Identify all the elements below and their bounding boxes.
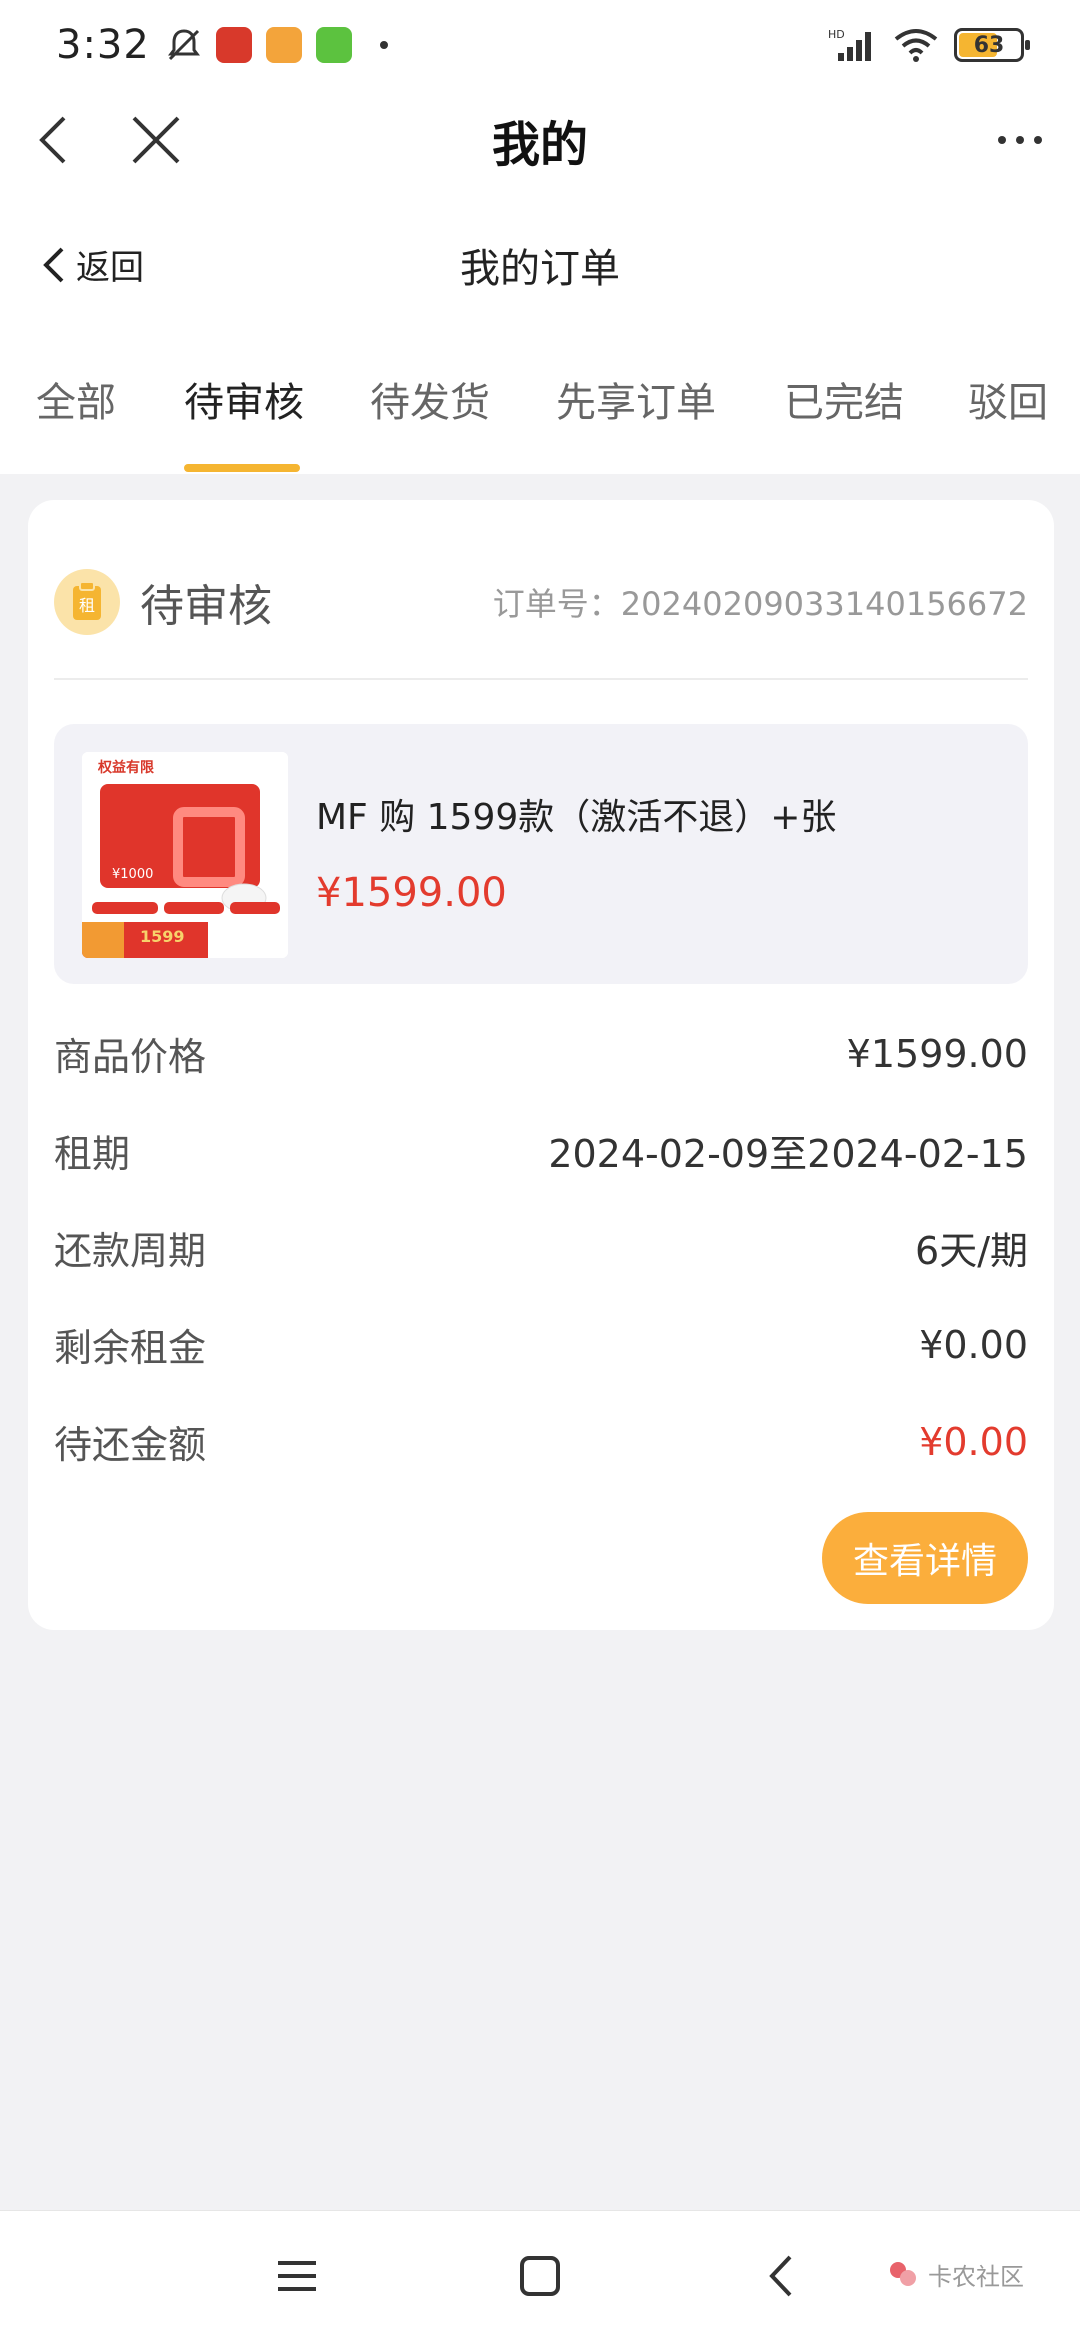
product-thumbnail: 权益有限 ¥1000 1599: [82, 752, 288, 958]
tab-all[interactable]: 全部: [36, 370, 116, 428]
title-bar: 我的: [0, 90, 1080, 190]
summary-value: 6天/期: [915, 1229, 1028, 1273]
active-tab-indicator: [184, 464, 300, 472]
divider: [54, 678, 1028, 680]
more-notifications-dot: [379, 41, 388, 49]
battery-icon: 63: [954, 28, 1030, 62]
summary-row: 还款周期 6天/期: [54, 1199, 1028, 1296]
summary-value: ¥1599.00: [846, 1031, 1028, 1076]
product-price: ¥1599.00: [316, 870, 507, 916]
back-label: 返回: [76, 248, 144, 288]
watermark-text: 卡农社区: [928, 2263, 1024, 2291]
chevron-left-icon: [43, 247, 64, 282]
download-notification-icon: [315, 27, 352, 63]
order-number: 订单号：20240209033140156672: [492, 585, 1028, 623]
order-summary: 商品价格 ¥1599.00 租期 2024-02-09至2024-02-15 还…: [54, 1005, 1028, 1490]
back-button[interactable]: 返回: [36, 240, 144, 289]
product-name: MF 购 1599款（激活不退）+张: [316, 797, 837, 838]
app-notification-icon: [215, 27, 252, 63]
battery-level: 63: [973, 32, 1005, 58]
page-title: 我的: [491, 117, 588, 173]
sub-title: 我的订单: [460, 246, 620, 292]
notification-icons: [166, 27, 388, 63]
page: 3:32 HD 63 我的 返回 我的订单 全部 待审核 待发货 先享订单 已完…: [0, 0, 1080, 2340]
back-arrow-icon[interactable]: [24, 108, 88, 172]
svg-text:租: 租: [79, 596, 95, 615]
tab-pending-shipment[interactable]: 待发货: [370, 370, 490, 428]
summary-label: 租期: [54, 1132, 131, 1176]
summary-label: 商品价格: [54, 1035, 207, 1079]
more-options-icon[interactable]: [988, 108, 1052, 172]
order-tabs: 全部 待审核 待发货 先享订单 已完结 驳回: [0, 340, 1080, 474]
amount-due-value: ¥0.00: [919, 1419, 1028, 1464]
order-card: 租 待审核 订单号：20240209033140156672 权益有限 ¥100…: [28, 500, 1054, 1630]
signal-icon: HD: [828, 28, 871, 61]
summary-row: 商品价格 ¥1599.00: [54, 1005, 1028, 1102]
system-icons: HD 63: [828, 27, 1030, 63]
menu-icon[interactable]: [262, 2241, 332, 2311]
order-status: 待审核: [140, 581, 272, 632]
status-bar: 3:32 HD 63: [0, 0, 1080, 90]
watermark: 卡农社区: [886, 2257, 1024, 2292]
sub-header: 返回 我的订单: [0, 190, 1080, 340]
tab-pending-review[interactable]: 待审核: [184, 370, 304, 428]
wifi-icon: [894, 29, 938, 62]
message-notification-icon: [265, 27, 302, 63]
thumb-promo: 1599: [140, 927, 185, 946]
tab-completed[interactable]: 已完结: [784, 370, 904, 428]
tab-prepaid-orders[interactable]: 先享订单: [556, 370, 716, 428]
thumb-amount: ¥1000: [112, 867, 153, 882]
thumb-badge: 权益有限: [97, 759, 154, 776]
summary-value: 2024-02-09至2024-02-15: [548, 1132, 1028, 1176]
summary-row: 租期 2024-02-09至2024-02-15: [54, 1102, 1028, 1199]
back-nav-icon[interactable]: [748, 2241, 818, 2311]
clipboard-icon: 租: [54, 569, 120, 635]
mute-icon: [167, 29, 200, 61]
watermark-logo-icon: [890, 2261, 916, 2286]
svg-text:HD: HD: [828, 28, 845, 41]
status-time: 3:32: [56, 22, 150, 68]
view-details-button[interactable]: 查看详情: [822, 1512, 1028, 1604]
home-icon[interactable]: [505, 2241, 575, 2311]
order-header: 租 待审核 订单号：20240209033140156672: [54, 562, 1028, 642]
tab-rejected[interactable]: 驳回: [968, 370, 1048, 428]
product-item[interactable]: 权益有限 ¥1000 1599 MF 购 1599款（激活不退）+张 ¥1599…: [54, 724, 1028, 984]
system-nav-bar: 卡农社区: [0, 2210, 1080, 2340]
summary-row: 剩余租金 ¥0.00: [54, 1296, 1028, 1393]
summary-label: 还款周期: [54, 1229, 207, 1273]
summary-label: 剩余租金: [54, 1326, 207, 1370]
summary-row: 待还金额 ¥0.00: [54, 1393, 1028, 1490]
summary-label: 待还金额: [54, 1423, 207, 1467]
close-icon[interactable]: [124, 108, 188, 172]
summary-value: ¥0.00: [919, 1322, 1028, 1367]
